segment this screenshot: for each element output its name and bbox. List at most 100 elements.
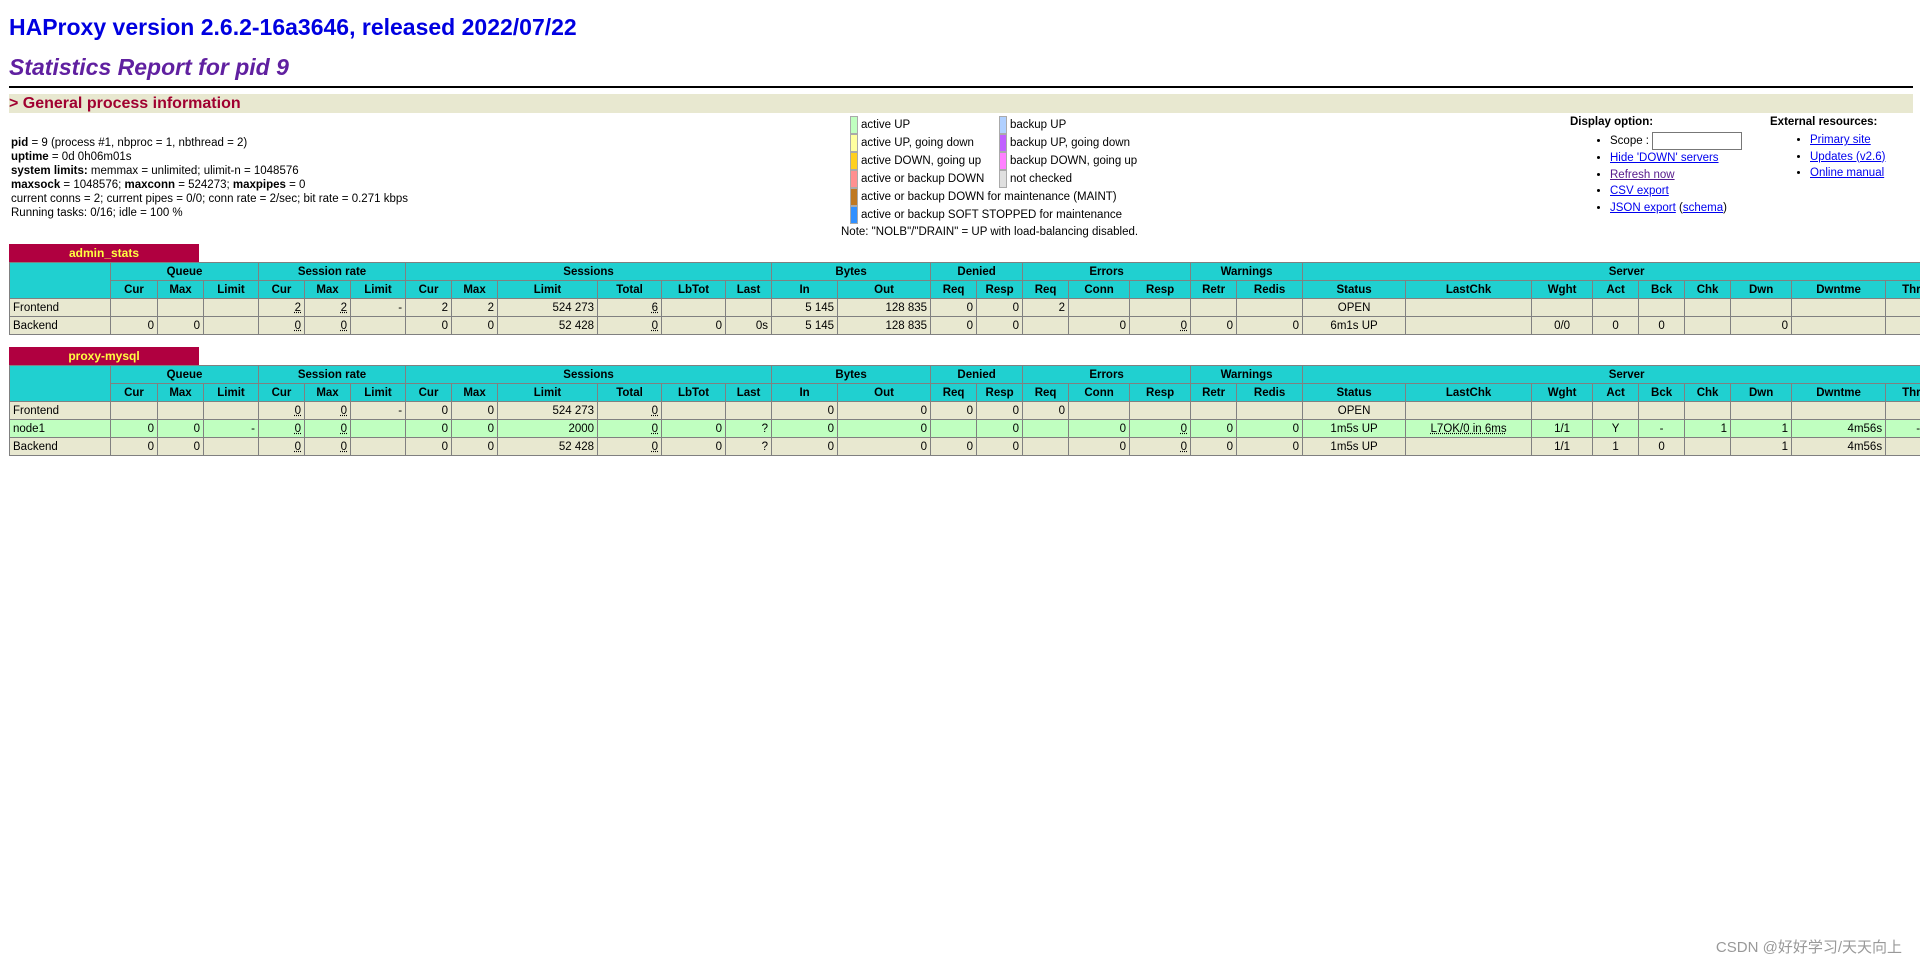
cell-value: 52 428 [558,319,595,332]
table-cell: 0 [976,298,1024,317]
table-cell: 0 [597,316,663,335]
cell-value: 0 [487,422,495,435]
table-cell: 0 [304,401,351,420]
header-blank [9,365,111,402]
cell-value: 0 [294,440,301,453]
table-cell [1022,437,1070,456]
info-system-limits: system limits: memmax = unlimited; ulimi… [11,165,299,177]
updates-link[interactable]: Updates (v2.6) [1810,151,1885,163]
proxy-name-tag[interactable]: proxy-mysql [9,347,199,365]
cell-value: 0 [1180,440,1188,453]
primary-site-link[interactable]: Primary site [1810,134,1871,146]
schema-link[interactable]: schema [1683,202,1723,214]
hide-down-servers-link[interactable]: Hide 'DOWN' servers [1610,152,1719,164]
column-group-header: Warnings [1190,262,1304,281]
cell-value: 524 273 [552,404,595,417]
cell-value: 1 [1781,422,1789,435]
row-name-cell[interactable]: node1 [9,419,111,438]
row-name-cell[interactable]: Backend [9,437,111,456]
cell-value: 2000 [568,422,595,435]
cell-value: 0 [1012,301,1020,314]
table-cell: OPEN [1302,298,1407,317]
row-name-cell[interactable]: Frontend [9,401,111,420]
row-name-cell[interactable]: Frontend [9,298,111,317]
csv-export-link[interactable]: CSV export [1610,185,1669,197]
table-cell: 0s [725,316,773,335]
cell-value: 0 [920,422,928,435]
table-cell [1531,298,1594,317]
column-header: Retr [1190,383,1238,402]
table-cell: 0 [771,401,839,420]
table-cell: - [203,419,259,438]
table-cell [1791,298,1887,317]
legend-swatch [850,152,858,170]
table-cell [1405,298,1533,317]
cell-value: 0 [193,440,200,453]
proxy-stats-table: Queue Session rate Sessions Bytes Denied Erro… [9,262,1920,335]
table-cell [725,298,773,317]
legend-swatch [850,188,858,206]
column-header: Dwn [1730,383,1793,402]
table-cell [1730,401,1793,420]
table-cell: 0 [405,419,453,438]
legend-label: active UP [861,119,911,131]
table-cell: - [349,401,407,420]
column-header: Limit [349,383,407,402]
display-options: Display option: Scope : Hide 'DOWN' serv… [1570,116,1743,216]
cell-value: 0 [827,440,835,453]
column-header: Act [1592,280,1640,299]
table-cell: 2 [258,298,305,317]
table-cell: 0 [930,437,978,456]
table-cell [157,298,204,317]
cell-value: 0s [755,319,769,332]
table-cell: 0 [1236,419,1304,438]
cell-value: 2 [340,301,347,314]
table-cell: 0 [110,437,158,456]
table-cell: 0 [304,419,351,438]
scope-input[interactable] [1652,132,1743,150]
table-cell: 0 [976,316,1024,335]
cell-value: 0 [441,422,449,435]
table-cell [725,401,773,420]
column-header: Max [304,383,351,402]
column-header: Total [597,383,663,402]
legend-swatch [850,170,858,188]
table-cell: 0 [837,419,932,438]
table-cell: 0 [1638,316,1686,335]
column-header: Redis [1236,280,1304,299]
table-cell [1190,401,1238,420]
table-cell: 0/0 [1531,316,1594,335]
cell-value: 0 [827,404,835,417]
table-cell [1129,401,1192,420]
table-cell: 0 [451,437,499,456]
cell-value: 0 [715,319,723,332]
table-cell: 2 [451,298,499,317]
row-name-cell[interactable]: Backend [9,316,111,335]
column-header: Cur [258,280,305,299]
column-group-header: Session rate [257,262,407,281]
table-cell: 128 835 [837,316,932,335]
cell-value: 2 [1058,301,1066,314]
table-row: Frontend 0 0 - 0 0 524 273 0 0 0 0 0 0 OPEN [9,401,1920,420]
online-manual-link[interactable]: Online manual [1810,167,1884,179]
cell-value: 0 [1292,422,1300,435]
table-cell: 0 [258,419,305,438]
table-cell [1405,437,1533,456]
column-header: Wght [1531,280,1594,299]
column-header: Max [304,280,351,299]
table-cell: 52 428 [497,316,599,335]
table-cell: 0 [976,419,1024,438]
column-header: Resp [976,383,1024,402]
cell-value: 1/1 [1554,422,1571,435]
table-cell [1684,316,1732,335]
column-header: Dwn [1730,280,1793,299]
cell-value: OPEN [1337,301,1371,314]
cell-value: 0 [920,404,928,417]
page-title: HAProxy version 2.6.2-16a3646, released … [9,14,577,40]
proxy-name-tag[interactable]: admin_stats [9,244,199,262]
table-cell: 2 [304,298,351,317]
table-cell: 0 [1129,437,1192,456]
json-export-link[interactable]: JSON export [1610,202,1676,214]
refresh-now-link[interactable]: Refresh now [1610,169,1675,181]
cell-value: - [251,422,255,435]
